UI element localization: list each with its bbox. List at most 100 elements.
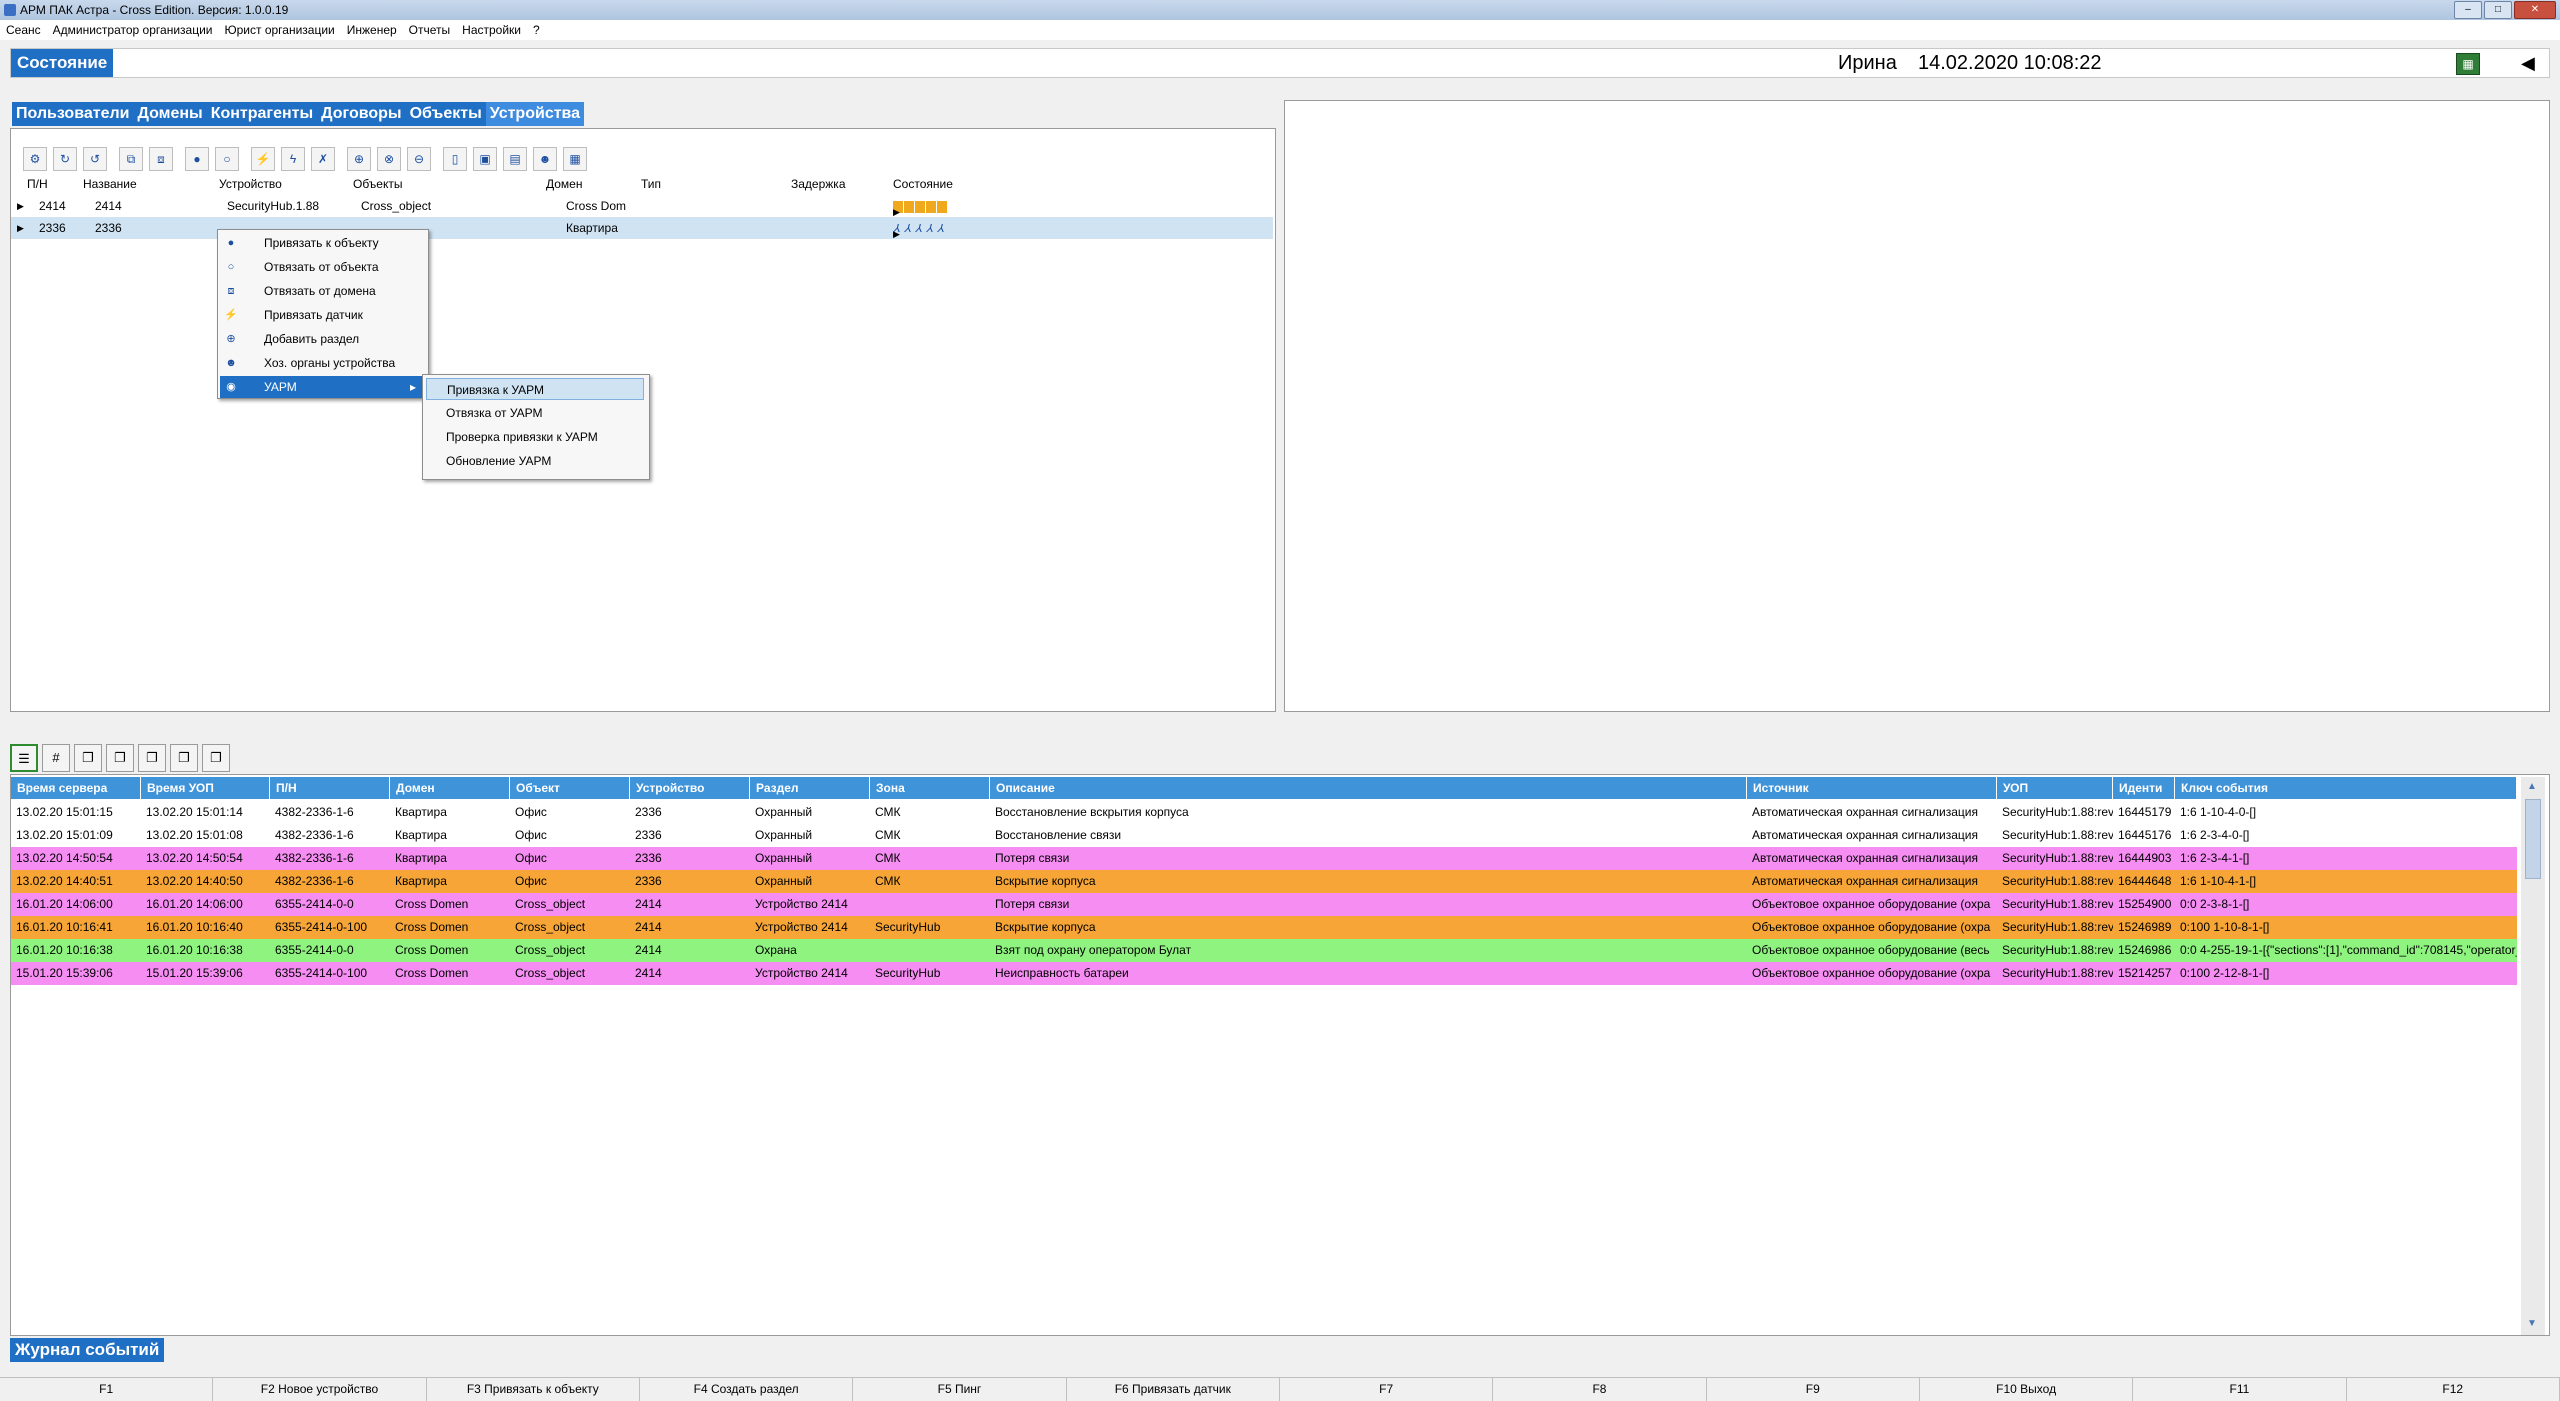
event-row[interactable]: 13.02.20 14:40:51 13.02.20 14:40:50 4382-2… bbox=[11, 870, 2517, 893]
event-row[interactable]: 13.02.20 14:50:54 13.02.20 14:50:54 4382-2… bbox=[11, 847, 2517, 870]
tab-objects[interactable]: Объекты bbox=[406, 102, 486, 126]
event-row[interactable]: 16.01.20 10:16:38 16.01.20 10:16:38 6355-2… bbox=[11, 939, 2517, 962]
ctx-link-object[interactable]: ● Привязать к объекту bbox=[220, 232, 424, 254]
scroll-down-icon[interactable]: ▼ bbox=[2527, 1318, 2537, 1329]
fkey-f4[interactable]: F4 Создать раздел bbox=[640, 1378, 854, 1401]
fkey-f8[interactable]: F8 bbox=[1493, 1378, 1707, 1401]
device-row[interactable]: ▶ 2414 2414 SecurityHub.1.88 Cross_objec… bbox=[11, 195, 1273, 217]
col-state[interactable]: Состояние bbox=[893, 177, 953, 191]
col-pn[interactable]: П/Н bbox=[270, 777, 390, 799]
users-icon[interactable]: ☻ bbox=[533, 147, 557, 171]
ctx-unlink-object[interactable]: ○ Отвязать от объекта bbox=[220, 256, 424, 278]
sub-check-uarm[interactable]: Проверка привязки к УАРМ bbox=[426, 426, 644, 448]
fkey-f9[interactable]: F9 bbox=[1707, 1378, 1920, 1401]
device-phone-icon[interactable]: ▯ bbox=[443, 147, 467, 171]
fkey-f11[interactable]: F11 bbox=[2133, 1378, 2347, 1401]
ctx-add-section[interactable]: ⊕ Добавить раздел bbox=[220, 328, 424, 350]
fkey-f1[interactable]: F1 bbox=[0, 1378, 214, 1401]
fkey-f2[interactable]: F2 Новое устройство bbox=[213, 1378, 427, 1401]
col-zone[interactable]: Зона bbox=[870, 777, 990, 799]
menu-settings[interactable]: Настройки bbox=[456, 20, 527, 40]
ctx-link-sensor[interactable]: ⚡ Привязать датчик bbox=[220, 304, 424, 326]
sub-update-uarm[interactable]: Обновление УАРМ bbox=[426, 450, 644, 472]
window4-icon[interactable]: ❐ bbox=[170, 744, 198, 772]
col-section[interactable]: Раздел bbox=[750, 777, 870, 799]
sub-unlink-uarm[interactable]: Отвязка от УАРМ bbox=[426, 402, 644, 424]
remove-section-icon[interactable]: ⊖ bbox=[407, 147, 431, 171]
menu-org-admin[interactable]: Администратор организации bbox=[47, 20, 219, 40]
window1-icon[interactable]: ❐ bbox=[74, 744, 102, 772]
event-row[interactable]: 16.01.20 10:16:41 16.01.20 10:16:40 6355-2… bbox=[11, 916, 2517, 939]
col-id[interactable]: Иденти bbox=[2113, 777, 2175, 799]
sensor-one-icon[interactable]: ϟ bbox=[281, 147, 305, 171]
expand-icon[interactable]: ▶ bbox=[17, 217, 24, 239]
fkey-f3[interactable]: F3 Привязать к объекту bbox=[427, 1378, 640, 1401]
window3-icon[interactable]: ❐ bbox=[138, 744, 166, 772]
col-device[interactable]: Устройство bbox=[219, 177, 282, 191]
events-scrollbar[interactable]: ▲ ▼ bbox=[2521, 777, 2545, 1335]
tab-domains[interactable]: Домены bbox=[133, 102, 206, 126]
col-objects[interactable]: Объекты bbox=[353, 177, 403, 191]
unlink-domain-icon[interactable]: ⧈ bbox=[149, 147, 173, 171]
menu-org-lawyer[interactable]: Юрист организации bbox=[218, 20, 340, 40]
maximize-button[interactable]: □ bbox=[2484, 1, 2512, 19]
event-row[interactable]: 13.02.20 15:01:15 13.02.20 15:01:14 4382-2… bbox=[11, 801, 2517, 824]
event-journal-tab[interactable]: Журнал событий bbox=[10, 1338, 165, 1362]
remove-sensor-icon[interactable]: ✗ bbox=[311, 147, 335, 171]
minimize-button[interactable]: – bbox=[2454, 1, 2482, 19]
col-domain[interactable]: Домен bbox=[546, 177, 583, 191]
lock-all-icon[interactable]: ▤ bbox=[503, 147, 527, 171]
col-pn[interactable]: П/Н bbox=[27, 177, 48, 191]
col-name[interactable]: Название bbox=[83, 177, 137, 191]
filter-icon[interactable]: ☰ bbox=[10, 744, 38, 772]
menu-engineer[interactable]: Инженер bbox=[341, 20, 403, 40]
col-device[interactable]: Устройство bbox=[630, 777, 750, 799]
expand-icon[interactable]: ▶ bbox=[17, 195, 24, 217]
window2-icon[interactable]: ❐ bbox=[106, 744, 134, 772]
device-row-selected[interactable]: ▶ 2336 2336 Квартира ▶ ⅄ ⅄ ⅄ ⅄ ⅄ bbox=[11, 217, 1273, 239]
network-status-icon[interactable]: ▦ bbox=[2456, 53, 2480, 75]
add-sensor-icon[interactable]: ⚡ bbox=[251, 147, 275, 171]
scroll-up-icon[interactable]: ▲ bbox=[2527, 781, 2537, 792]
reset-icon[interactable]: ↺ bbox=[83, 147, 107, 171]
col-source[interactable]: Источник bbox=[1747, 777, 1997, 799]
close-button[interactable]: ✕ bbox=[2514, 1, 2556, 19]
refresh-icon[interactable]: ↻ bbox=[53, 147, 77, 171]
col-type[interactable]: Тип bbox=[641, 177, 661, 191]
tab-devices[interactable]: Устройства bbox=[485, 102, 585, 126]
lock-icon[interactable]: ▣ bbox=[473, 147, 497, 171]
ctx-uarm[interactable]: ◉ УАРМ ▸ bbox=[220, 376, 424, 398]
fkey-f5[interactable]: F5 Пинг bbox=[853, 1378, 1067, 1401]
state-tab[interactable]: Состояние bbox=[11, 49, 114, 77]
scroll-thumb[interactable] bbox=[2525, 799, 2541, 879]
add-section-icon[interactable]: ⊕ bbox=[347, 147, 371, 171]
tab-contracts[interactable]: Договоры bbox=[317, 102, 405, 126]
fkey-f12[interactable]: F12 bbox=[2347, 1378, 2560, 1401]
col-uop-time[interactable]: Время УОП bbox=[141, 777, 270, 799]
event-row[interactable]: 13.02.20 15:01:09 13.02.20 15:01:08 4382-2… bbox=[11, 824, 2517, 847]
hash-icon[interactable]: # bbox=[42, 744, 70, 772]
speaker-icon[interactable]: ◀ bbox=[2521, 51, 2535, 75]
sub-link-uarm[interactable]: Привязка к УАРМ bbox=[426, 378, 644, 400]
col-domain[interactable]: Домен bbox=[390, 777, 510, 799]
col-delay[interactable]: Задержка bbox=[791, 177, 846, 191]
ctx-device-owners[interactable]: ☻ Хоз. органы устройства bbox=[220, 352, 424, 374]
tab-contractors[interactable]: Контрагенты bbox=[207, 102, 317, 126]
tab-users[interactable]: Пользователи bbox=[12, 102, 133, 126]
menu-help[interactable]: ? bbox=[527, 20, 546, 40]
link-object-icon[interactable]: ● bbox=[185, 147, 209, 171]
fkey-f7[interactable]: F7 bbox=[1280, 1378, 1494, 1401]
fkey-f6[interactable]: F6 Привязать датчик bbox=[1067, 1378, 1280, 1401]
event-row[interactable]: 15.01.20 15:39:06 15.01.20 15:39:06 6355-2… bbox=[11, 962, 2517, 985]
col-server-time[interactable]: Время сервера bbox=[11, 777, 141, 799]
window5-icon[interactable]: ❐ bbox=[202, 744, 230, 772]
menu-reports[interactable]: Отчеты bbox=[403, 20, 456, 40]
fkey-f10[interactable]: F10 Выход bbox=[1920, 1378, 2134, 1401]
col-event-key[interactable]: Ключ события bbox=[2175, 777, 2517, 799]
col-object[interactable]: Объект bbox=[510, 777, 630, 799]
calendar-icon[interactable]: ▦ bbox=[563, 147, 587, 171]
menu-session[interactable]: Сеанс bbox=[0, 20, 47, 40]
link-domain-icon[interactable]: ⧉ bbox=[119, 147, 143, 171]
edit-section-icon[interactable]: ⊗ bbox=[377, 147, 401, 171]
col-uop[interactable]: УОП bbox=[1997, 777, 2113, 799]
